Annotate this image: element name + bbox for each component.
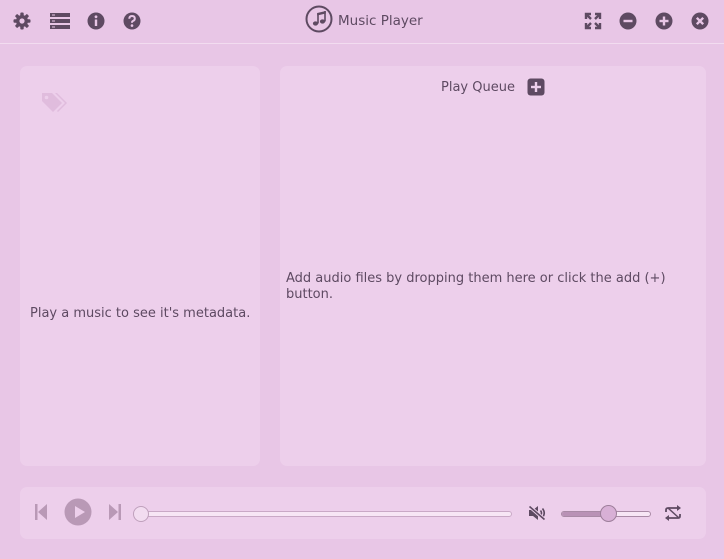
volume-slider[interactable]	[561, 505, 651, 522]
add-square-icon[interactable]	[527, 78, 545, 96]
app-title: Music Player	[305, 5, 423, 37]
music-note-icon	[305, 5, 333, 37]
app-title-text: Music Player	[338, 13, 423, 29]
playlist-icon[interactable]	[50, 11, 70, 31]
skip-next-icon[interactable]	[106, 502, 124, 522]
title-bar: Music Player	[0, 0, 724, 44]
volume-muted-icon[interactable]	[527, 503, 547, 523]
fullscreen-icon[interactable]	[583, 11, 603, 31]
minimize-icon[interactable]	[618, 11, 638, 31]
play-queue-header: Play Queue	[280, 78, 706, 96]
progress-handle[interactable]	[133, 506, 149, 522]
tags-icon	[40, 91, 68, 117]
help-icon[interactable]	[122, 11, 142, 31]
playback-controls	[20, 487, 706, 539]
play-queue-title: Play Queue	[441, 79, 515, 95]
play-queue-empty-text: Add audio files by dropping them here or…	[286, 271, 666, 302]
skip-previous-icon[interactable]	[32, 502, 50, 522]
metadata-panel: Play a music to see it's metadata.	[20, 66, 260, 466]
gear-icon[interactable]	[12, 11, 32, 31]
maximize-icon[interactable]	[654, 11, 674, 31]
play-icon[interactable]	[63, 497, 93, 527]
volume-handle[interactable]	[599, 505, 617, 522]
close-icon[interactable]	[690, 11, 710, 31]
metadata-empty-text: Play a music to see it's metadata.	[30, 306, 251, 321]
progress-slider[interactable]	[133, 506, 512, 522]
play-queue-panel[interactable]: Play Queue Add audio files by dropping t…	[280, 66, 706, 466]
repeat-icon[interactable]	[663, 503, 683, 523]
info-icon[interactable]	[86, 11, 106, 31]
